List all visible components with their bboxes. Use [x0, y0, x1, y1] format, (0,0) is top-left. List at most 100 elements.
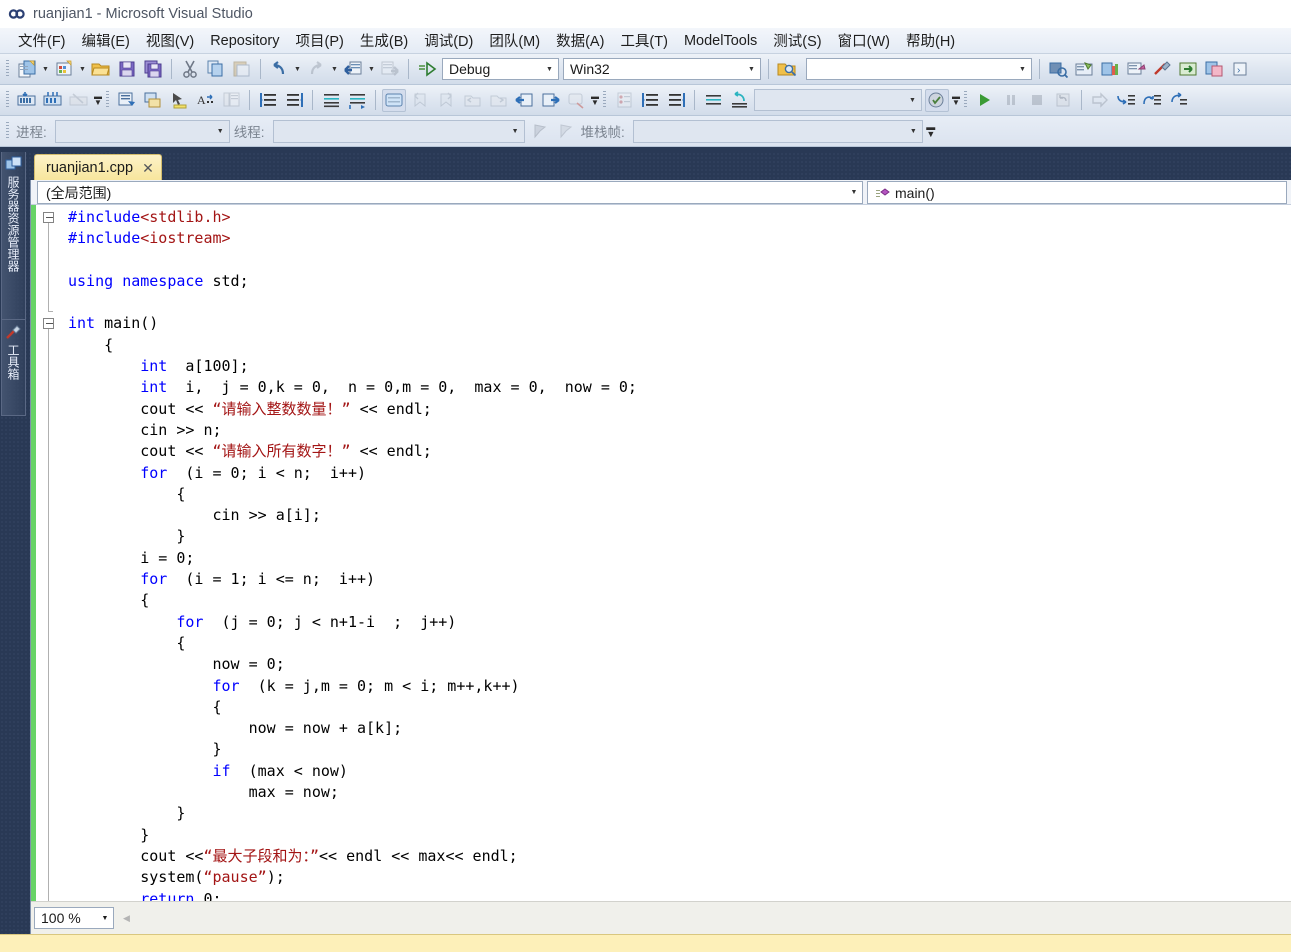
properties-window-icon[interactable] [1046, 58, 1070, 81]
sidebar-item-toolbox[interactable]: 工具箱 [1, 320, 26, 416]
close-icon[interactable]: ✕ [142, 161, 154, 175]
menu-item-file[interactable]: 文件(F) [10, 28, 74, 53]
decrease-indent-icon[interactable] [319, 89, 343, 112]
flag-disabled-icon[interactable] [554, 120, 578, 143]
navigate-to-icon[interactable] [167, 89, 191, 112]
toolbar-grip[interactable] [6, 91, 9, 109]
quick-find-icon[interactable] [115, 89, 139, 112]
menu-item-help[interactable]: 帮助(H) [898, 28, 963, 53]
toolbar-grip[interactable] [964, 91, 967, 109]
menu-item-test[interactable]: 测试(S) [765, 28, 829, 53]
save-icon[interactable] [115, 58, 139, 81]
process-combo[interactable]: ▼ [54, 119, 230, 143]
solution-platform-combo[interactable]: Win32 ▼ [563, 58, 761, 80]
menu-item-debug[interactable]: 调试(D) [416, 28, 481, 53]
new-project-dropdown-arrow[interactable]: ▼ [40, 58, 51, 81]
toolbar-grip[interactable] [6, 60, 9, 78]
solution-explorer-icon[interactable] [1098, 58, 1122, 81]
error-list-icon[interactable] [1202, 58, 1226, 81]
chevron-down-icon[interactable]: ▼ [904, 90, 921, 110]
toolbar-grip[interactable] [603, 91, 606, 109]
sidebar-item-server-explorer[interactable]: 服务器资源管理器 [1, 152, 26, 320]
step-over-icon[interactable] [1140, 89, 1164, 112]
new-item-dropdown-arrow[interactable]: ▼ [77, 58, 88, 81]
menu-item-window[interactable]: 窗口(W) [830, 28, 898, 53]
quick-replace-icon[interactable] [141, 89, 165, 112]
increase-indent-icon[interactable] [345, 89, 369, 112]
start-icon[interactable] [973, 89, 997, 112]
uncomment-selection-icon[interactable] [282, 89, 306, 112]
chevron-down-icon[interactable]: ▼ [846, 189, 862, 196]
more-commands-icon[interactable]: › [1228, 58, 1252, 81]
new-item-icon[interactable] [52, 58, 76, 81]
solution-configuration-combo[interactable]: Debug ▼ [442, 58, 559, 80]
redo-dropdown-arrow[interactable]: ▼ [329, 58, 340, 81]
menu-item-modeltools[interactable]: ModelTools [676, 31, 765, 51]
watch-expression-combo[interactable]: ▼ [754, 89, 922, 111]
chevron-down-icon[interactable]: ▼ [905, 121, 922, 141]
thread-combo[interactable]: ▼ [272, 119, 525, 143]
toolbar-overflow-icon[interactable]: ▬ ▼ [950, 89, 962, 112]
breakpoint-window-icon[interactable] [612, 89, 636, 112]
chevron-down-icon[interactable]: ▼ [743, 59, 760, 79]
chevron-down-icon[interactable]: ▼ [212, 121, 229, 141]
code-surface[interactable]: #include<stdlib.h> #include<iostream> usi… [31, 205, 1291, 901]
break-all-icon[interactable] [999, 89, 1023, 112]
attach-to-process-icon[interactable] [925, 88, 949, 112]
toolbar-grip[interactable] [6, 122, 9, 140]
next-bookmark-document-icon[interactable] [538, 89, 562, 112]
outline-collapse-box[interactable] [43, 212, 54, 223]
stop-debugging-icon[interactable] [1025, 89, 1049, 112]
step-into-icon[interactable] [1114, 89, 1138, 112]
display-all-members-icon[interactable] [15, 89, 39, 112]
menu-item-project[interactable]: 项目(P) [288, 28, 352, 53]
comment-selection-icon[interactable] [256, 89, 280, 112]
chevron-down-icon[interactable]: ▼ [507, 121, 524, 141]
save-all-icon[interactable] [141, 58, 165, 81]
menu-item-view[interactable]: 视图(V) [138, 28, 202, 53]
toolbar-overflow-icon[interactable]: ▬ ▼ [92, 89, 104, 112]
zoom-level-combo[interactable]: 100 % ▼ [34, 907, 114, 929]
toolbar-overflow-icon[interactable]: ▬ ▼ [589, 89, 601, 112]
tools-options-icon[interactable] [1150, 58, 1174, 81]
previous-bookmark-document-icon[interactable] [512, 89, 536, 112]
flag-icon[interactable] [528, 120, 552, 143]
restart-icon[interactable] [1051, 89, 1075, 112]
undo-last-action-icon[interactable] [727, 89, 751, 112]
navigate-forward-icon[interactable] [378, 58, 402, 81]
previous-bookmark-folder-icon[interactable] [460, 89, 484, 112]
horizontal-scrollbar[interactable]: ◀ [118, 909, 1291, 927]
next-bookmark-icon[interactable] [434, 89, 458, 112]
copy-icon[interactable] [204, 58, 228, 81]
stackframe-combo[interactable]: ▼ [632, 119, 923, 143]
chevron-down-icon[interactable]: ▼ [541, 59, 558, 79]
document-tab-ruanjian1-cpp[interactable]: ruanjian1.cpp ✕ [34, 154, 162, 181]
menu-item-edit[interactable]: 编辑(E) [74, 28, 138, 53]
navigate-backward-icon[interactable] [341, 58, 365, 81]
outline-collapse-box[interactable] [43, 318, 54, 329]
chevron-down-icon[interactable]: ▼ [1014, 59, 1031, 79]
clear-bookmarks-icon[interactable] [564, 89, 588, 112]
redo-icon[interactable] [304, 58, 328, 81]
menu-item-data[interactable]: 数据(A) [548, 28, 612, 53]
find-in-files-icon[interactable] [775, 58, 799, 81]
uncomment-block-icon[interactable] [664, 89, 688, 112]
open-file-icon[interactable] [89, 58, 113, 81]
previous-bookmark-icon[interactable] [408, 89, 432, 112]
scrollbar-track[interactable] [135, 910, 1291, 926]
code-text[interactable]: #include<stdlib.h> #include<iostream> usi… [62, 205, 1291, 901]
view-whitespace-icon[interactable] [219, 89, 243, 112]
new-project-icon[interactable] [15, 58, 39, 81]
object-browser-icon[interactable] [1124, 58, 1148, 81]
menu-item-build[interactable]: 生成(B) [352, 28, 416, 53]
class-view-icon[interactable] [1176, 58, 1200, 81]
toolbar-overflow-icon[interactable]: ▬ ▼ [925, 120, 937, 143]
scope-combo[interactable]: (全局范围) ▼ [37, 181, 863, 204]
outlining-margin[interactable] [36, 205, 62, 901]
undo-icon[interactable] [267, 58, 291, 81]
menu-item-team[interactable]: 团队(M) [481, 28, 548, 53]
toggle-word-wrap-icon[interactable]: A [193, 89, 217, 112]
chevron-down-icon[interactable]: ▼ [97, 915, 113, 922]
display-private-members-icon[interactable] [67, 89, 91, 112]
menu-item-tools[interactable]: 工具(T) [612, 28, 676, 53]
